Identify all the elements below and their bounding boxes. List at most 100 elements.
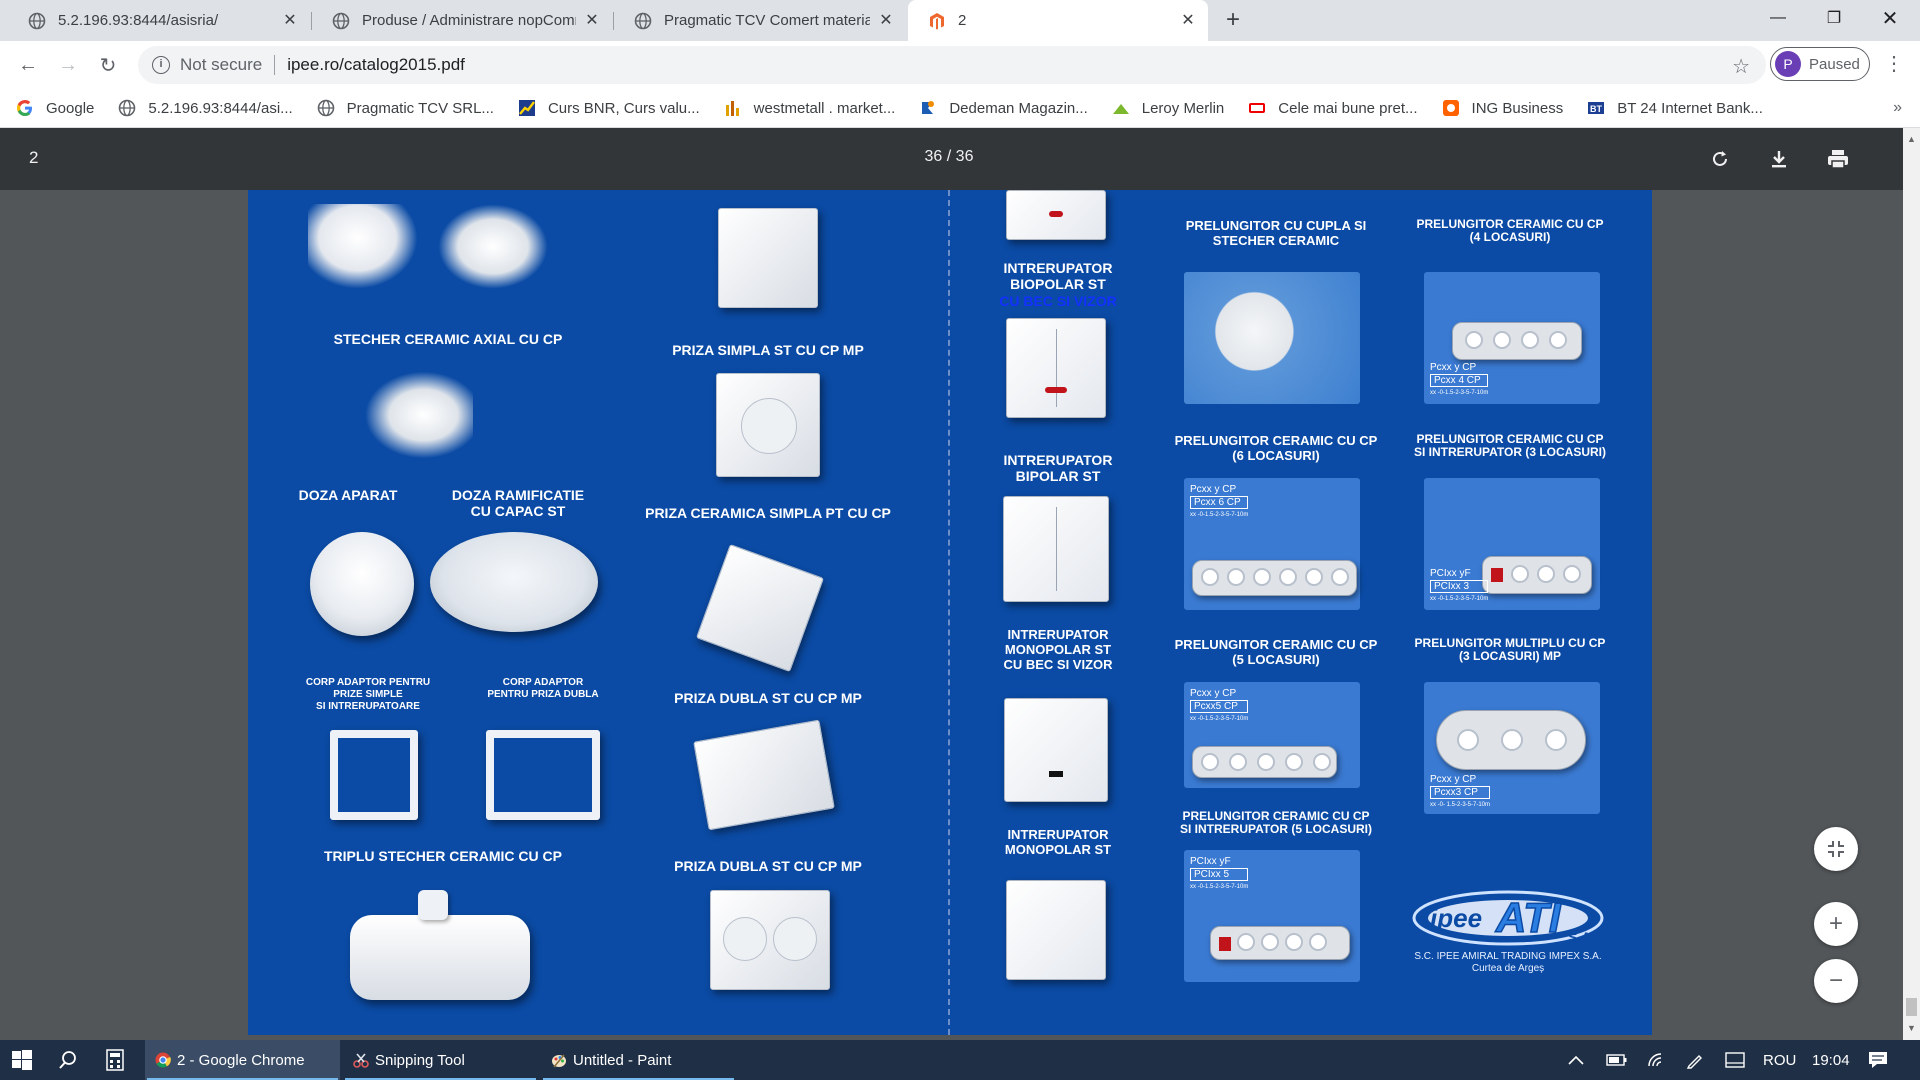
close-window-button[interactable]: ✕ — [1862, 0, 1918, 36]
new-tab-button[interactable]: + — [1220, 8, 1246, 34]
cupla-image — [438, 204, 548, 289]
label-priza-dubla-2: PRIZA DUBLA ST CU CP MP — [674, 858, 862, 874]
restore-button[interactable]: ❐ — [1806, 0, 1862, 36]
priza-top-image — [718, 208, 818, 308]
label-intr-monopolar: INTRERUPATOR MONOPOLAR ST — [1004, 827, 1112, 857]
pdf-viewer[interactable]: STECHER CERAMIC AXIAL CU CP DOZA APARAT … — [0, 190, 1903, 1040]
label-prel-cupla: PRELUNGITOR CU CUPLA SI STECHER CERAMIC — [1185, 218, 1367, 248]
paint-icon — [552, 1054, 566, 1068]
bt-icon: BT — [1588, 102, 1605, 114]
bookmark-leroy-merlin[interactable]: Leroy Merlin — [1112, 99, 1225, 117]
scroll-down-icon[interactable]: ▼ — [1907, 1023, 1916, 1033]
info-icon[interactable]: i — [152, 56, 170, 74]
taskbar-snipping-tool[interactable]: Snipping Tool — [343, 1040, 538, 1080]
url-text[interactable]: ipee.ro/catalog2015.pdf — [287, 55, 465, 75]
tab-nopcommerce[interactable]: Produse / Administrare nopCommerce ✕ — [312, 0, 612, 41]
browser-toolbar: ← → ↻ i Not secure ipee.ro/catalog2015.p… — [0, 41, 1920, 89]
emag-icon — [1249, 103, 1266, 113]
corp-adaptor-simple-image — [330, 730, 418, 820]
tab-label: Produse / Administrare nopCommerce — [362, 12, 576, 29]
rotate-icon[interactable] — [1706, 145, 1734, 173]
chrome-menu-icon[interactable]: ⋮ — [1884, 51, 1904, 76]
minimize-button[interactable]: — — [1750, 0, 1806, 36]
svg-text:BT: BT — [1590, 104, 1602, 114]
bookmark-pragmatic[interactable]: Pragmatic TCV SRL... — [317, 99, 494, 117]
magento-icon — [930, 12, 944, 29]
avatar: P — [1775, 51, 1801, 77]
label-doza-ramificatie: DOZA RAMIFICATIE CU CAPAC ST — [451, 487, 585, 519]
bookmark-westmetall[interactable]: westmetall . market... — [724, 99, 896, 117]
download-icon[interactable] — [1765, 145, 1793, 173]
priza-dubla-1-image — [693, 719, 835, 831]
bookmark-label: Leroy Merlin — [1141, 99, 1225, 117]
scroll-up-icon[interactable]: ▲ — [1907, 134, 1916, 144]
scroll-thumb[interactable] — [1906, 998, 1917, 1016]
close-icon[interactable]: ✕ — [584, 12, 600, 29]
windows-start-icon[interactable] — [12, 1040, 32, 1080]
tab-asisria[interactable]: 5.2.196.93:8444/asisria/ ✕ — [8, 0, 310, 41]
bookmark-star-icon[interactable]: ☆ — [1732, 54, 1750, 79]
bookmark-bt24[interactable]: BT BT 24 Internet Bank... — [1587, 99, 1763, 117]
tab-label: Pragmatic TCV Comert materiale — [664, 12, 870, 29]
taskbar-app-label: Untitled - Paint — [573, 1051, 672, 1069]
taskbar-paint[interactable]: Untitled - Paint — [541, 1040, 736, 1080]
label-prel-multiplu: PRELUNGITOR MULTIPLU CU CP (3 LOCASURI) … — [1414, 636, 1606, 663]
scrollbar[interactable]: ▲ ▼ — [1903, 128, 1920, 1040]
calculator-icon[interactable] — [106, 1040, 124, 1080]
label-corp-adaptor-simple: CORP ADAPTOR PENTRU PRIZE SIMPLE SI INTR… — [305, 677, 431, 712]
label-priza-ceramica: PRIZA CERAMICA SIMPLA PT CU CP — [645, 505, 891, 521]
zoom-in-button[interactable]: + — [1814, 902, 1858, 946]
bookmark-label: ING Business — [1471, 99, 1564, 117]
security-label: Not secure — [180, 55, 263, 74]
stecher-axial-image — [363, 370, 473, 460]
bookmark-dedeman[interactable]: Dedeman Magazin... — [919, 99, 1088, 117]
wifi-icon[interactable] — [1647, 1040, 1667, 1080]
battery-icon[interactable] — [1606, 1040, 1628, 1080]
back-button[interactable]: ← — [14, 51, 42, 79]
close-icon[interactable]: ✕ — [878, 12, 894, 29]
bookmark-curs-bnr[interactable]: Curs BNR, Curs valu... — [518, 99, 700, 117]
pdf-toolbar: 2 36 / 36 — [0, 128, 1920, 190]
tab-label: 2 — [958, 12, 967, 29]
label-prel-6: PRELUNGITOR CERAMIC CU CP (6 LOCASURI) — [1174, 433, 1378, 463]
svg-text:ipee: ipee — [1430, 903, 1482, 933]
bookmark-label: westmetall . market... — [753, 99, 896, 117]
chevron-right-icon[interactable]: » — [1893, 99, 1902, 117]
bookmark-ing[interactable]: ING Business — [1442, 99, 1564, 117]
doza-ramificatie-image — [430, 532, 598, 632]
profile-button[interactable]: P Paused — [1770, 47, 1870, 81]
pen-icon[interactable] — [1686, 1040, 1704, 1080]
svg-text:ATI: ATI — [1495, 894, 1562, 941]
forward-button[interactable]: → — [54, 51, 82, 79]
tab-pdf-active[interactable]: 2 ✕ — [908, 0, 1208, 41]
page-indicator: 36 / 36 — [924, 148, 974, 165]
company-address: S.C. IPEE AMIRAL TRADING IMPEX S.A. Curt… — [1414, 951, 1602, 974]
search-icon[interactable] — [58, 1040, 78, 1080]
taskbar-chrome[interactable]: 2 - Google Chrome — [145, 1040, 340, 1080]
label-prel-5: PRELUNGITOR CERAMIC CU CP (5 LOCASURI) — [1174, 637, 1378, 667]
address-bar[interactable]: i Not secure ipee.ro/catalog2015.pdf ☆ — [138, 46, 1766, 84]
chevron-up-icon[interactable] — [1568, 1040, 1584, 1080]
tab-pragmatic[interactable]: Pragmatic TCV Comert materiale ✕ — [614, 0, 906, 41]
close-icon[interactable]: ✕ — [1180, 12, 1196, 29]
label-priza-dubla-1: PRIZA DUBLA ST CU CP MP — [674, 690, 862, 706]
fit-page-icon[interactable] — [1814, 827, 1858, 871]
doza-aparat-image — [310, 532, 414, 636]
reload-button[interactable]: ↻ — [94, 51, 122, 79]
zoom-out-button[interactable]: − — [1814, 959, 1858, 1003]
notifications-icon[interactable] — [1868, 1040, 1888, 1080]
prel-5-intr-tag: PCIxx yF PCIxx 5 xx -0-1.5-2-3-5-7-10m — [1190, 856, 1249, 890]
svg-text:S.A.: S.A. — [1568, 929, 1595, 945]
bookmark-asisria[interactable]: 5.2.196.93:8444/asi... — [118, 99, 293, 117]
language-indicator[interactable]: ROU — [1763, 1040, 1796, 1080]
print-icon[interactable] — [1824, 145, 1852, 173]
clock[interactable]: 19:04 — [1812, 1040, 1850, 1080]
stecher-image — [308, 204, 418, 289]
priza-simpla-image — [716, 373, 820, 477]
prel-4-image: Pcxx y CP Pcxx 4 CP xx -0-1.5-2-3-5-7-10m — [1424, 272, 1600, 404]
prel-3-intr-image: PCIxx yF PCIxx 3 xx -0-1.5-2-3-5-7-10m — [1424, 478, 1600, 610]
bookmark-google[interactable]: Google — [16, 99, 94, 117]
close-icon[interactable]: ✕ — [282, 12, 298, 29]
keyboard-icon[interactable] — [1725, 1040, 1745, 1080]
bookmark-emag[interactable]: Cele mai bune pret... — [1248, 99, 1418, 117]
